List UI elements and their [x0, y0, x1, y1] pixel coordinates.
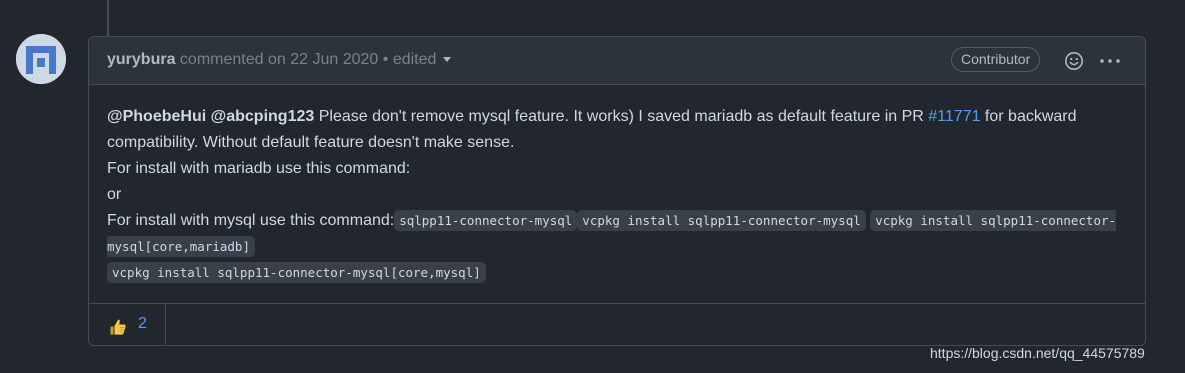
- comment-line-mysql: For install with mysql use this command:…: [107, 208, 1137, 260]
- avatar-identicon: [16, 34, 66, 84]
- comment-text: Please don't remove mysql feature. It wo…: [314, 108, 929, 125]
- edited-label: edited: [392, 51, 437, 68]
- contributor-badge: Contributor: [951, 47, 1041, 72]
- mention-link[interactable]: @PhoebeHui: [107, 108, 206, 125]
- chevron-down-icon: [443, 57, 452, 63]
- thumbs-up-reaction-button[interactable]: 2: [89, 304, 166, 346]
- avatar[interactable]: [16, 34, 66, 84]
- comment-text: For install with mysql use this command:: [107, 212, 395, 229]
- author-link[interactable]: yurybura: [107, 51, 175, 68]
- watermark-text: https://blog.csdn.net/qq_44575789: [930, 345, 1145, 361]
- pr-link[interactable]: #11771: [928, 108, 980, 125]
- reaction-count: 2: [138, 315, 147, 332]
- comment-header: yurybura commented on 22 Jun 2020 • edit…: [89, 37, 1145, 85]
- code-snippet: vcpkg install sqlpp11-connector-mysql[co…: [107, 262, 486, 283]
- comment-line-mariadb: For install with mariadb use this comman…: [107, 160, 411, 177]
- timeline-line: [107, 0, 109, 36]
- reactions-bar: 2: [89, 303, 1145, 346]
- comment-line-code: vcpkg install sqlpp11-connector-mysql[co…: [107, 260, 1137, 286]
- mention-link[interactable]: @abcping123: [211, 108, 315, 125]
- code-snippet: vcpkg install sqlpp11-connector-mysql: [577, 210, 866, 231]
- comment-box: yurybura commented on 22 Jun 2020 • edit…: [88, 36, 1146, 346]
- smiley-icon: [1065, 52, 1083, 70]
- comment-meta: yurybura commented on 22 Jun 2020 • edit…: [107, 51, 452, 69]
- comment-action: commented on: [179, 51, 286, 68]
- code-snippet: sqlpp11-connector-mysql: [394, 210, 578, 231]
- comment-date[interactable]: 22 Jun 2020: [290, 51, 378, 68]
- comment-paragraph-1: @PhoebeHui @abcping123 Please don't remo…: [107, 104, 1137, 156]
- separator: •: [382, 51, 389, 68]
- comment-line-or: or: [107, 186, 122, 203]
- comment-body: @PhoebeHui @abcping123 Please don't remo…: [107, 104, 1137, 286]
- kebab-horizontal-icon: [1100, 59, 1120, 63]
- thumbs-up-icon: [110, 319, 126, 335]
- add-reaction-button[interactable]: [1064, 51, 1084, 71]
- more-options-button[interactable]: [1099, 51, 1121, 71]
- edited-dropdown[interactable]: edited: [393, 51, 452, 68]
